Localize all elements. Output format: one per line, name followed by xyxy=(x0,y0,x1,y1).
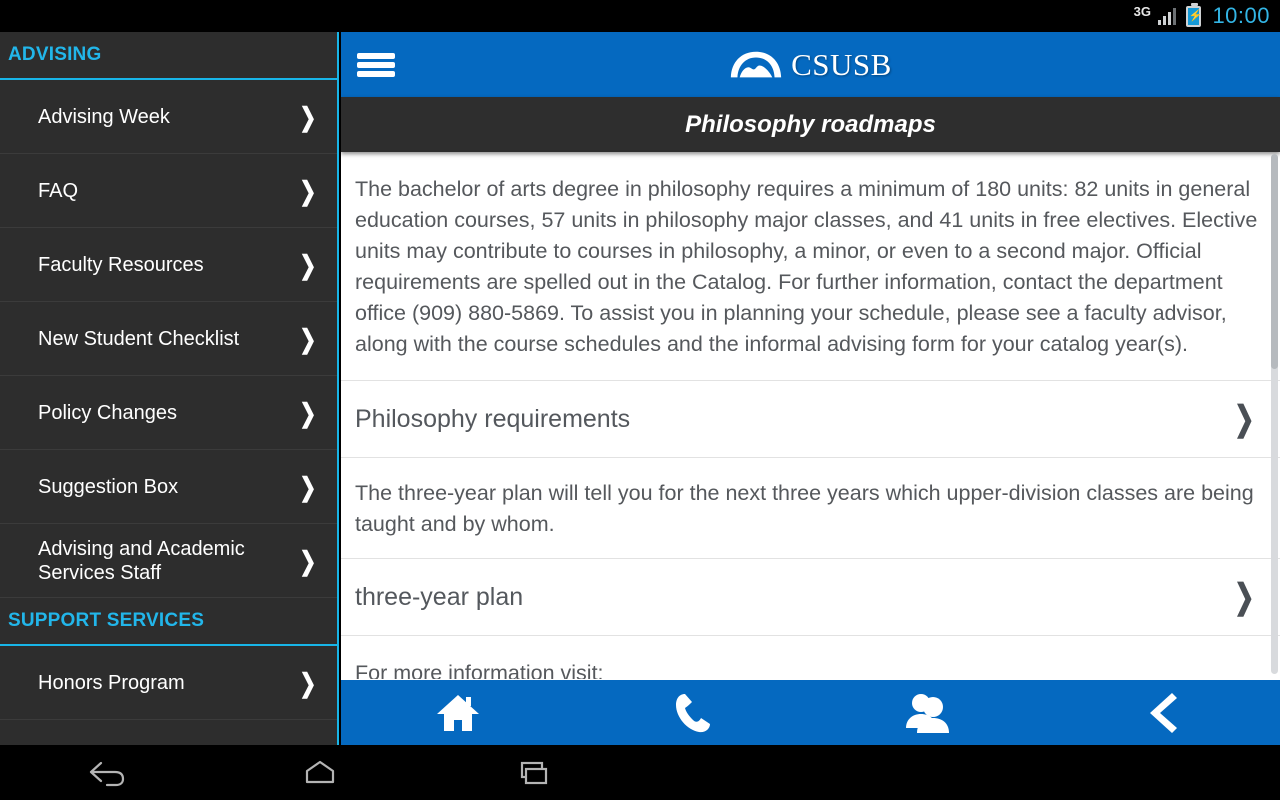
chevron-right-icon: ❯ xyxy=(299,323,317,354)
main-content-pane: CSUSB Philosophy roadmaps The bachelor o… xyxy=(341,32,1280,745)
sidebar-section-support-services: SUPPORT SERVICES xyxy=(0,598,337,646)
home-icon xyxy=(437,694,480,731)
toolbar-contacts-button[interactable] xyxy=(811,680,1046,745)
android-navigation-bar xyxy=(0,745,1280,800)
sidebar-item-faq[interactable]: FAQ ❯ xyxy=(0,154,337,228)
android-recents-button[interactable] xyxy=(426,745,639,800)
sidebar-section-title: ADVISING xyxy=(8,44,102,65)
brand-wordmark: CSUSB xyxy=(791,47,892,82)
chevron-right-icon: ❯ xyxy=(299,471,317,502)
android-home-icon xyxy=(305,760,334,783)
android-status-bar: 3G ⚡ 10:00 xyxy=(0,0,1280,32)
scrollbar-thumb[interactable] xyxy=(1271,154,1278,369)
android-back-button[interactable] xyxy=(0,745,213,800)
toolbar-back-button[interactable] xyxy=(1045,680,1280,745)
link-label: Philosophy requirements xyxy=(355,404,631,433)
sidebar-item-suggestion-box[interactable]: Suggestion Box ❯ xyxy=(0,450,337,524)
chevron-right-icon: ❯ xyxy=(299,397,317,428)
sidebar-item-label: FAQ xyxy=(38,179,79,202)
battery-charging-icon: ⚡ xyxy=(1186,2,1202,27)
chevron-right-icon: ❯ xyxy=(1233,400,1255,438)
chevron-right-icon: ❯ xyxy=(299,545,317,576)
three-year-plan-paragraph: The three-year plan will tell you for th… xyxy=(341,458,1280,559)
brand-logo-group: CSUSB xyxy=(729,49,892,80)
sidebar-section-advising: ADVISING xyxy=(0,32,337,80)
navigation-sidebar[interactable]: ADVISING Advising Week ❯ FAQ ❯ Faculty R… xyxy=(0,32,339,745)
sidebar-item-honors-program[interactable]: Honors Program ❯ xyxy=(0,646,337,720)
app-window: ADVISING Advising Week ❯ FAQ ❯ Faculty R… xyxy=(0,32,1280,745)
chevron-right-icon: ❯ xyxy=(299,249,317,280)
sidebar-item-advising-week[interactable]: Advising Week ❯ xyxy=(0,80,337,154)
sidebar-section-title: SUPPORT SERVICES xyxy=(8,610,205,631)
sidebar-item-label: Advising and Academic Services Staff xyxy=(38,537,245,584)
sidebar-item-label: Policy Changes xyxy=(38,401,177,424)
csusb-arch-logo-icon xyxy=(730,51,782,77)
signal-bars-icon xyxy=(1157,7,1177,25)
sidebar-item-label: Faculty Resources xyxy=(38,253,204,276)
network-type-label: 3G xyxy=(1133,3,1151,19)
page-title: Philosophy roadmaps xyxy=(685,110,936,138)
android-recents-icon xyxy=(520,761,547,784)
chevron-right-icon: ❯ xyxy=(299,667,317,698)
sidebar-item-new-student-checklist[interactable]: New Student Checklist ❯ xyxy=(0,302,337,376)
bottom-toolbar xyxy=(341,680,1280,745)
hamburger-menu-icon[interactable] xyxy=(357,50,395,80)
contacts-icon xyxy=(905,693,949,733)
sidebar-item-policy-changes[interactable]: Policy Changes ❯ xyxy=(0,376,337,450)
status-bar-clock: 10:00 xyxy=(1212,3,1270,28)
sidebar-item-faculty-resources[interactable]: Faculty Resources ❯ xyxy=(0,228,337,302)
sidebar-item-advising-academic-services-staff[interactable]: Advising and Academic Services Staff ❯ xyxy=(0,524,337,598)
back-chevron-icon xyxy=(1149,692,1177,733)
app-header-bar: CSUSB xyxy=(341,32,1280,97)
intro-paragraph: The bachelor of arts degree in philosoph… xyxy=(341,152,1280,381)
content-scrollbar[interactable] xyxy=(1271,154,1278,674)
sidebar-item-label: Advising Week xyxy=(38,105,170,128)
chevron-right-icon: ❯ xyxy=(299,175,317,206)
phone-icon xyxy=(676,693,711,732)
more-information-label: For more information visit: xyxy=(355,661,604,679)
link-philosophy-requirements[interactable]: Philosophy requirements ❯ xyxy=(341,381,1280,458)
toolbar-home-button[interactable] xyxy=(341,680,576,745)
android-back-icon xyxy=(89,761,124,786)
sidebar-item-label: New Student Checklist xyxy=(38,327,240,350)
chevron-right-icon: ❯ xyxy=(1233,578,1255,616)
content-scroll-area[interactable]: The bachelor of arts degree in philosoph… xyxy=(341,152,1280,679)
link-label: three-year plan xyxy=(355,582,524,611)
page-title-bar: Philosophy roadmaps xyxy=(341,97,1280,152)
chevron-right-icon: ❯ xyxy=(299,101,317,132)
sidebar-item-label: Suggestion Box xyxy=(38,475,179,498)
link-three-year-plan[interactable]: three-year plan ❯ xyxy=(341,559,1280,636)
sidebar-item-label: Honors Program xyxy=(38,671,185,694)
toolbar-phone-button[interactable] xyxy=(576,680,811,745)
android-home-button[interactable] xyxy=(213,745,426,800)
